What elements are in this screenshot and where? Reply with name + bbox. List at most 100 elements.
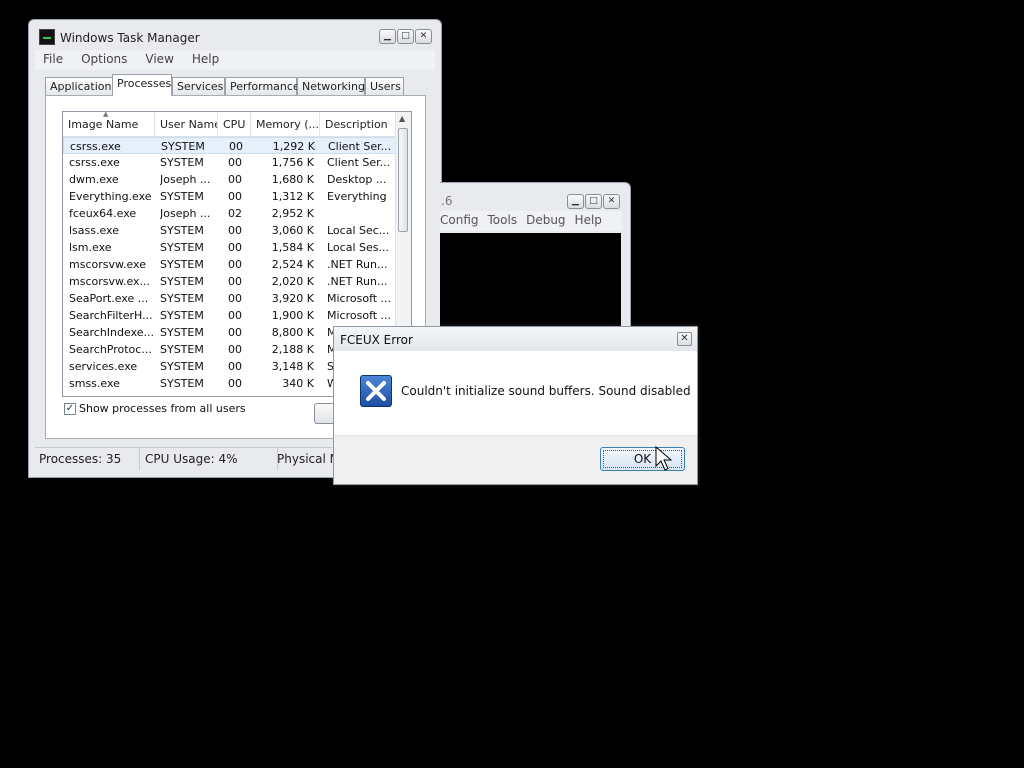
- column-user-name[interactable]: User Name: [155, 112, 218, 136]
- cell-user: SYSTEM: [160, 292, 204, 305]
- menu-view[interactable]: View: [137, 50, 183, 66]
- fceux-menu-config[interactable]: Config: [440, 211, 483, 227]
- tab-applications[interactable]: Applications: [45, 77, 117, 95]
- cell-mem: 3,920 K: [271, 292, 314, 305]
- cell-user: SYSTEM: [160, 326, 204, 339]
- cell-image: SearchProtoc...: [69, 343, 152, 356]
- cell-image: Everything.exe: [69, 190, 152, 203]
- table-row[interactable]: SeaPort.exe ... SYSTEM 00 3,920 K Microsoft …: [63, 290, 396, 307]
- cell-image: fceux64.exe: [69, 207, 137, 220]
- tab-users[interactable]: Users: [365, 77, 404, 95]
- cell-mem: 3,060 K: [271, 224, 314, 237]
- column-description[interactable]: Description: [320, 112, 396, 136]
- maximize-button[interactable]: □: [397, 29, 414, 44]
- task-manager-titlebar[interactable]: Windows Task Manager ▁ □ ✕: [29, 20, 441, 54]
- cell-mem: 2,188 K: [271, 343, 314, 356]
- task-manager-app-icon: [39, 29, 55, 45]
- process-list-header: ▲ Image Name User Name CPU Memory (... De…: [63, 112, 396, 137]
- cell-desc: .NET Run...: [327, 275, 388, 288]
- fceux-menu-debug[interactable]: Debug: [526, 211, 569, 227]
- menu-help[interactable]: Help: [184, 50, 229, 66]
- cell-image: mscorsvw.ex...: [69, 275, 151, 288]
- error-dialog-titlebar[interactable]: FCEUX Error ✕: [334, 327, 697, 351]
- fceux-error-dialog: FCEUX Error ✕ Couldn't initialize sound …: [333, 326, 698, 485]
- cell-cpu: 00: [228, 309, 242, 322]
- cell-image: mscorsvw.exe: [69, 258, 146, 271]
- cell-cpu: 00: [228, 190, 242, 203]
- cell-mem: 1,292 K: [272, 140, 315, 153]
- cell-user: SYSTEM: [160, 258, 204, 271]
- fceux-minimize-button[interactable]: ▁: [567, 194, 584, 209]
- cell-image: csrss.exe: [70, 140, 121, 153]
- fceux-maximize-button[interactable]: □: [585, 194, 602, 209]
- menu-file[interactable]: File: [35, 50, 73, 66]
- tab-processes[interactable]: Processes: [112, 74, 172, 96]
- cell-user: Joseph ...: [160, 207, 211, 220]
- cell-image: SeaPort.exe ...: [69, 292, 149, 305]
- cell-desc: Local Ses...: [327, 241, 389, 254]
- cell-user: SYSTEM: [160, 224, 204, 237]
- cell-mem: 3,148 K: [271, 360, 314, 373]
- table-row[interactable]: csrss.exe SYSTEM 00 1,292 K Client Ser...: [63, 137, 396, 154]
- sort-ascending-icon: ▲: [103, 112, 109, 118]
- cell-mem: 8,800 K: [271, 326, 314, 339]
- tab-performance[interactable]: Performance: [225, 77, 300, 95]
- cell-user: SYSTEM: [160, 377, 204, 390]
- cell-desc: Everything: [327, 190, 387, 203]
- fceux-menu-help[interactable]: Help: [575, 211, 606, 227]
- cell-cpu: 00: [228, 258, 242, 271]
- task-manager-title: Windows Task Manager: [60, 31, 200, 45]
- column-memory[interactable]: Memory (...: [251, 112, 320, 136]
- fceux-menubar: Config Tools Debug Help: [440, 211, 622, 231]
- table-row[interactable]: lsm.exe SYSTEM 00 1,584 K Local Ses...: [63, 239, 396, 256]
- cell-cpu: 00: [228, 241, 242, 254]
- cell-desc: .NET Run...: [327, 258, 388, 271]
- cell-image: SearchFilterH...: [69, 309, 153, 322]
- cell-cpu: 00: [228, 224, 242, 237]
- cell-image: lsm.exe: [69, 241, 112, 254]
- table-row[interactable]: fceux64.exe Joseph ... 02 2,952 K: [63, 205, 396, 222]
- cell-cpu: 00: [228, 156, 242, 169]
- table-row[interactable]: Everything.exe SYSTEM 00 1,312 K Everything: [63, 188, 396, 205]
- cell-cpu: 00: [228, 292, 242, 305]
- status-processes: Processes: 35: [35, 448, 140, 470]
- fceux-menu-tools[interactable]: Tools: [488, 211, 522, 227]
- table-row[interactable]: csrss.exe SYSTEM 00 1,756 K Client Ser...: [63, 154, 396, 171]
- cell-desc: Desktop ...: [327, 173, 387, 186]
- fceux-game-area[interactable]: [440, 233, 621, 331]
- table-row[interactable]: lsass.exe SYSTEM 00 3,060 K Local Sec...: [63, 222, 396, 239]
- scroll-up-arrow-icon[interactable]: ▲: [399, 114, 405, 123]
- cell-user: SYSTEM: [160, 360, 204, 373]
- cell-desc: Local Sec...: [327, 224, 390, 237]
- cell-user: SYSTEM: [160, 190, 204, 203]
- tab-networking[interactable]: Networking: [297, 77, 365, 95]
- cell-desc: Client Ser...: [328, 140, 392, 153]
- close-button[interactable]: ✕: [415, 29, 432, 44]
- cell-mem: 2,020 K: [271, 275, 314, 288]
- table-row[interactable]: mscorsvw.ex... SYSTEM 00 2,020 K .NET Run...: [63, 273, 396, 290]
- cell-image: dwm.exe: [69, 173, 119, 186]
- minimize-button[interactable]: ▁: [379, 29, 396, 44]
- menu-options[interactable]: Options: [73, 50, 137, 66]
- cell-cpu: 00: [228, 173, 242, 186]
- table-row[interactable]: mscorsvw.exe SYSTEM 00 2,524 K .NET Run...: [63, 256, 396, 273]
- status-cpu-usage: CPU Usage: 4%: [141, 448, 278, 470]
- scrollbar-thumb[interactable]: [398, 128, 408, 232]
- table-row[interactable]: SearchFilterH... SYSTEM 00 1,900 K Microsoft…: [63, 307, 396, 324]
- fceux-main-window: .6 ▁ □ ✕ Config Tools Debug Help: [440, 182, 631, 332]
- column-image-name[interactable]: ▲ Image Name: [63, 112, 155, 136]
- error-dialog-title: FCEUX Error: [340, 333, 413, 347]
- fceux-close-button[interactable]: ✕: [603, 194, 620, 209]
- cell-mem: 1,756 K: [271, 156, 314, 169]
- status-physical-memory: Physical M: [277, 452, 339, 466]
- column-cpu[interactable]: CPU: [218, 112, 251, 136]
- show-all-processes-checkbox[interactable]: ✓: [64, 403, 76, 415]
- cell-cpu: 00: [228, 377, 242, 390]
- show-all-processes-label[interactable]: Show processes from all users: [79, 402, 246, 415]
- cell-image: smss.exe: [69, 377, 120, 390]
- cell-desc: Client Ser...: [327, 156, 391, 169]
- cell-cpu: 00: [228, 326, 242, 339]
- table-row[interactable]: dwm.exe Joseph ... 00 1,680 K Desktop ...: [63, 171, 396, 188]
- error-dialog-close-button[interactable]: ✕: [677, 332, 692, 346]
- tab-services[interactable]: Services: [172, 77, 225, 95]
